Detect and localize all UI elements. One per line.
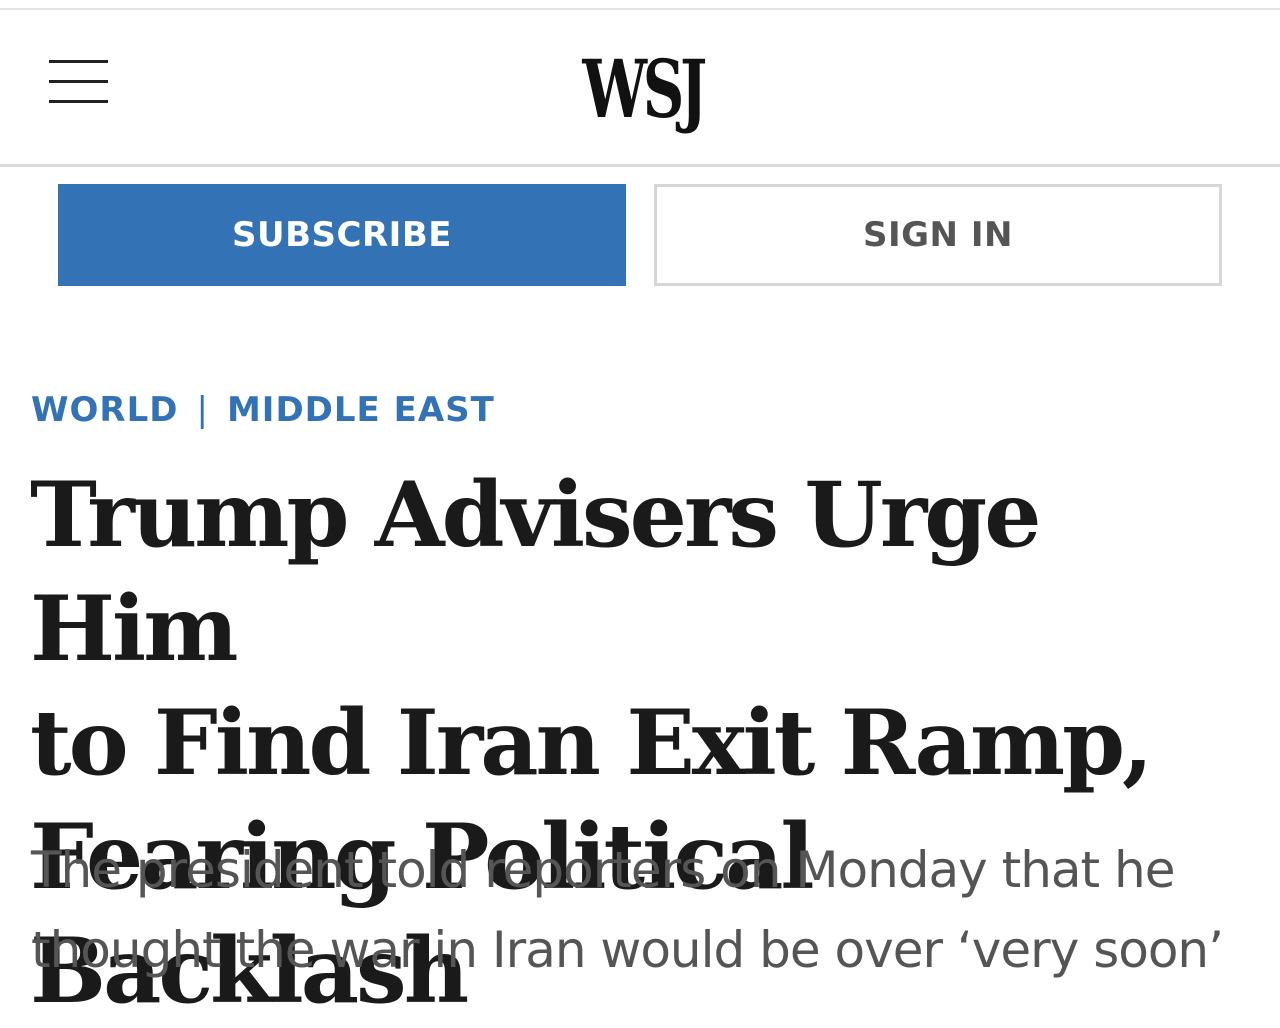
headline-line: to Find Iran Exit Ramp, xyxy=(30,690,1153,796)
breadcrumb-separator: | xyxy=(196,390,209,430)
sign-in-button[interactable]: SIGN IN xyxy=(654,184,1222,286)
hamburger-menu-icon[interactable] xyxy=(49,60,109,110)
menu-bar-top xyxy=(49,60,108,63)
article-dek: The president told reporters on Monday t… xyxy=(31,830,1261,990)
menu-bar-middle xyxy=(49,80,108,83)
headline-line: Trump Advisers Urge Him xyxy=(30,462,1041,682)
section-link-world[interactable]: WORLD xyxy=(31,390,178,430)
site-header: WSJ xyxy=(0,10,1280,167)
wsj-logo[interactable]: WSJ xyxy=(582,44,707,134)
dek-line: The president told reporters on Monday t… xyxy=(31,841,1176,899)
dek-line: thought the war in Iran would be over ‘v… xyxy=(31,921,1224,979)
section-breadcrumb: WORLD | MIDDLE EAST xyxy=(31,390,495,430)
section-link-middle-east[interactable]: MIDDLE EAST xyxy=(227,390,495,430)
subscribe-button[interactable]: SUBSCRIBE xyxy=(58,184,626,286)
menu-bar-bottom xyxy=(49,100,108,103)
